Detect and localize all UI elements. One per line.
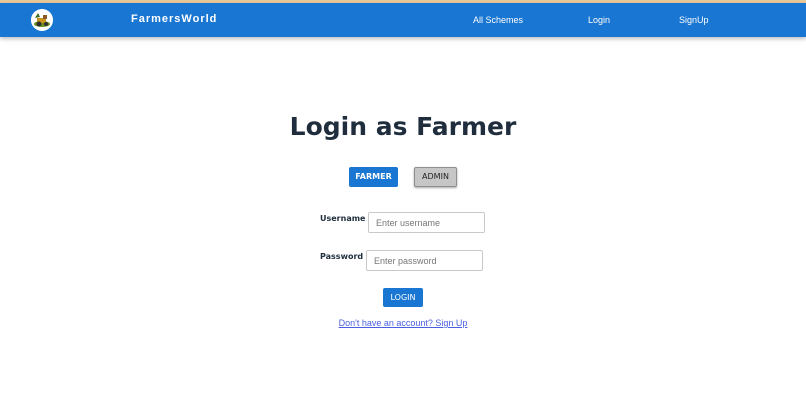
navbar: FarmersWorld All Schemes Login SignUp — [0, 3, 806, 37]
login-button[interactable]: LOGIN — [383, 288, 423, 307]
username-label: Username — [320, 214, 366, 223]
nav-all-schemes[interactable]: All Schemes — [473, 15, 523, 25]
signup-link: Don't have an account? Sign Up — [0, 318, 806, 328]
brand-name[interactable]: FarmersWorld — [131, 13, 217, 25]
nav-login[interactable]: Login — [588, 15, 610, 25]
page-title: Login as Farmer — [289, 112, 517, 141]
farmer-logo-icon[interactable] — [31, 9, 53, 31]
admin-role-button[interactable]: ADMIN — [414, 167, 457, 187]
signup-link-text[interactable]: Don't have an account? Sign Up — [339, 318, 468, 328]
farmer-role-button[interactable]: FARMER — [349, 167, 398, 187]
password-input[interactable] — [366, 250, 483, 271]
username-input[interactable] — [368, 212, 485, 233]
password-label: Password — [320, 252, 364, 261]
nav-signup[interactable]: SignUp — [679, 15, 709, 25]
